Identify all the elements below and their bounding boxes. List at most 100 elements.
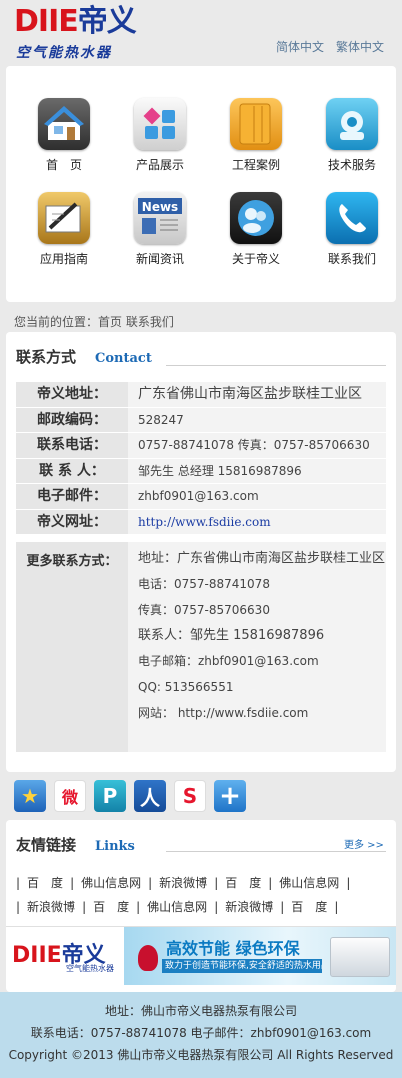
- footer-copyright: Copyright ©2013 佛山市帝义电器热泵有限公司 All Rights…: [8, 1048, 394, 1062]
- info-row-website: 帝义网址： http://www.fsdiie.com: [16, 509, 386, 535]
- sohu-share-button[interactable]: S: [174, 780, 206, 812]
- tencent-weibo-share-button[interactable]: P: [94, 780, 126, 812]
- friend-link[interactable]: 佛山信息网: [81, 874, 141, 891]
- friend-link[interactable]: 佛山信息网: [279, 874, 339, 891]
- banner-logo-area: DIIE帝义 空气能热水器: [6, 927, 124, 985]
- guide-icon: [38, 192, 90, 244]
- heat-pump-unit-icon: [330, 937, 390, 977]
- friend-link[interactable]: 新浪微博: [27, 898, 75, 915]
- logo-text: DIIE帝义: [14, 4, 137, 39]
- menu-label: 技术服务: [327, 158, 376, 172]
- menu-label: 应用指南: [39, 252, 88, 266]
- service-icon: [326, 98, 378, 150]
- menu-item-guide[interactable]: 应用指南: [24, 192, 104, 267]
- divider: [166, 851, 386, 852]
- menu-item-about[interactable]: 关于帝义: [216, 192, 296, 267]
- contact-section: 联系方式 Contact 帝义地址： 广东省佛山市南海区盐步联桂工业区 邮政编码…: [6, 332, 396, 772]
- menu-item-products[interactable]: 产品展示: [120, 98, 200, 173]
- menu-label: 新闻资讯: [135, 252, 184, 266]
- contact-info-table: 帝义地址： 广东省佛山市南海区盐步联桂工业区 邮政编码： 528247 联系电话…: [16, 382, 386, 535]
- more-contact-line: 网站： http://www.fsdiie.com: [138, 705, 309, 720]
- friend-link[interactable]: 新浪微博: [159, 874, 207, 891]
- menu-label: 产品展示: [135, 158, 184, 172]
- more-contact-line: 电子邮箱：zhbf0901@163.com: [138, 654, 319, 669]
- divider: [166, 365, 386, 366]
- info-value: http://www.fsdiie.com: [128, 509, 386, 534]
- more-links-link[interactable]: 更多 >>: [344, 836, 384, 851]
- menu-item-news[interactable]: News 新闻资讯: [120, 192, 200, 267]
- home-icon: [38, 98, 90, 150]
- weibo-icon: 微: [61, 788, 78, 807]
- more-contact-line: 传真：0757-85706630: [138, 602, 270, 617]
- ad-banner[interactable]: DIIE帝义 空气能热水器 高效节能 绿色环保 致力于创造节能环保,安全舒适的热…: [6, 926, 396, 985]
- info-row-postcode: 邮政编码： 528247: [16, 407, 386, 433]
- friend-link[interactable]: 佛山信息网: [147, 898, 207, 915]
- info-value: 邹先生 总经理 15816987896: [128, 458, 386, 483]
- banner-promo: 高效节能 绿色环保 致力于创造节能环保,安全舒适的热水用品: [124, 927, 396, 985]
- menu-label: 首 页: [45, 158, 82, 172]
- friend-link[interactable]: 新浪微博: [225, 898, 273, 915]
- website-link[interactable]: http://www.fsdiie.com: [138, 515, 271, 529]
- info-row-phone: 联系电话： 0757-88741078 传真：0757-85706630: [16, 433, 386, 459]
- info-value: 广东省佛山市南海区盐步联桂工业区: [128, 382, 386, 407]
- logo-latin: DIIE: [14, 4, 79, 39]
- weibo-share-button[interactable]: 微: [54, 780, 86, 812]
- friend-link[interactable]: 百 度: [93, 898, 129, 915]
- banner-logo-sub: 空气能热水器: [66, 964, 114, 973]
- info-row-address: 帝义地址： 广东省佛山市南海区盐步联桂工业区: [16, 382, 386, 408]
- renren-icon: 人: [140, 785, 160, 810]
- footer-contact: 联系电话：0757-88741078 电子邮件：zhbf0901@163.com: [30, 1026, 372, 1040]
- header: DIIE帝义 空气能热水器 简体中文 繁体中文: [0, 0, 402, 64]
- menu-item-contact[interactable]: 联系我们: [312, 192, 392, 267]
- menu-label: 关于帝义: [231, 252, 280, 266]
- menu-label: 联系我们: [327, 252, 376, 266]
- menu-label: 工程案例: [231, 158, 280, 172]
- rose-icon: [138, 945, 158, 971]
- friend-link[interactable]: 百 度: [27, 874, 63, 891]
- info-value: zhbf0901@163.com: [128, 484, 386, 509]
- logo-cn: 帝义: [77, 4, 137, 39]
- more-contact-line: 地址：广东省佛山市南海区盐步联桂工业区: [138, 551, 386, 566]
- folders-icon: [230, 98, 282, 150]
- menu-item-home[interactable]: 首 页: [24, 98, 104, 173]
- more-contact-label: 更多联系方式：: [16, 542, 128, 752]
- logo[interactable]: DIIE帝义 空气能热水器: [14, 4, 174, 62]
- info-value: 528247: [128, 407, 386, 432]
- tencent-weibo-icon: P: [102, 784, 118, 808]
- info-label: 电子邮件：: [16, 484, 128, 509]
- info-label: 联 系 人：: [16, 458, 128, 483]
- friend-link[interactable]: 百 度: [225, 874, 261, 891]
- about-icon: [230, 192, 282, 244]
- info-row-email: 电子邮件： zhbf0901@163.com: [16, 484, 386, 510]
- more-contact-line: 电话：0757-88741078: [138, 576, 270, 591]
- footer-address: 地址：佛山市帝义电器热泵有限公司: [104, 1004, 297, 1018]
- links-row: | 百 度 | 佛山信息网 | 新浪微博 | 百 度 | 佛山信息网 |: [16, 874, 351, 891]
- more-contact-line: 联系人：邹先生 15816987896: [138, 628, 325, 644]
- more-contact-block: 更多联系方式： 地址：广东省佛山市南海区盐步联桂工业区 电话：0757-8874…: [16, 542, 386, 752]
- menu-item-cases[interactable]: 工程案例: [216, 98, 296, 173]
- info-label: 帝义地址：: [16, 382, 128, 407]
- logo-slogan: 空气能热水器: [16, 45, 112, 61]
- menu-item-service[interactable]: 技术服务: [312, 98, 392, 173]
- breadcrumb: 您当前的位置：首页 联系我们: [14, 315, 174, 329]
- banner-subline: 致力于创造节能环保,安全舒适的热水用品: [162, 959, 322, 973]
- renren-share-button[interactable]: 人: [134, 780, 166, 812]
- section-title-en: Links: [95, 839, 135, 854]
- products-icon: [134, 98, 186, 150]
- main-menu: 首 页 产品展示 工程案例 技术服务 应用指南 News 新闻资讯 关于帝义 联…: [6, 66, 396, 302]
- friend-links-section: 友情链接 Links 更多 >> | 百 度 | 佛山信息网 | 新浪微博 | 百 度 | 佛山信…: [6, 820, 396, 992]
- links-row: | 新浪微博 | 百 度 | 佛山信息网 | 新浪微博 | 百 度 |: [16, 898, 339, 915]
- qzone-share-button[interactable]: ★: [14, 780, 46, 812]
- friend-link[interactable]: 百 度: [291, 898, 327, 915]
- more-share-button[interactable]: +: [214, 780, 246, 812]
- lang-simplified-link[interactable]: 简体中文: [276, 38, 324, 55]
- more-contact-line: QQ: 513566551: [138, 679, 234, 694]
- section-title: 联系方式: [16, 348, 77, 366]
- phone-icon: [326, 192, 378, 244]
- more-share-icon: +: [219, 781, 241, 811]
- info-label: 帝义网址：: [16, 509, 128, 534]
- svg-text:News: News: [142, 200, 178, 214]
- banner-logo-latin: DIIE: [12, 943, 62, 968]
- lang-traditional-link[interactable]: 繁体中文: [336, 38, 384, 55]
- news-icon: News: [134, 192, 186, 244]
